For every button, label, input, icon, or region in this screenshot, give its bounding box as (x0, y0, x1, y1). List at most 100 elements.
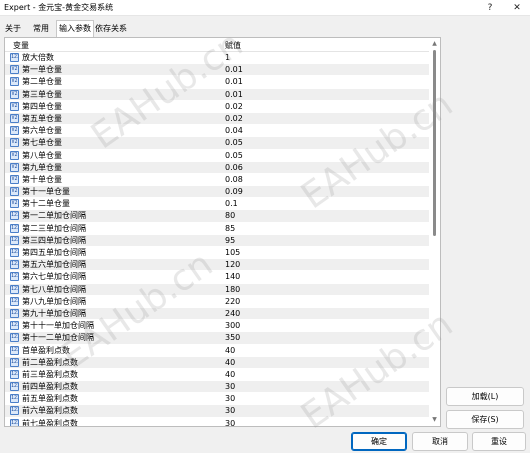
column-header-variable[interactable]: 变量 (13, 41, 29, 51)
parameter-name: 第十一二单加仓间隔 (22, 333, 94, 343)
parameter-value[interactable]: 350 (225, 333, 240, 343)
help-icon[interactable]: ? (483, 1, 497, 15)
table-row[interactable]: 123第二三单加仓间隔 85 (5, 223, 430, 235)
parameter-value[interactable]: 0.02 (225, 102, 243, 112)
table-row[interactable]: V2 第一单仓量 0.01 (5, 64, 430, 77)
integer-type-icon: 123 (10, 248, 19, 257)
table-row[interactable]: V2 第三单仓量 0.01 (5, 88, 430, 101)
parameter-value[interactable]: 180 (225, 285, 240, 295)
parameter-value[interactable]: 0.01 (225, 90, 243, 100)
tab-bar: 关于 常用 输入参数 依存关系 (0, 19, 530, 37)
table-row[interactable]: 123第九十单加仓间隔 240 (5, 307, 430, 321)
parameter-value[interactable]: 105 (225, 248, 240, 258)
double-type-icon: V2 (10, 113, 19, 123)
parameter-value[interactable]: 240 (225, 309, 240, 319)
double-type-icon: V2 (10, 138, 19, 148)
table-header: 变量 赋值 (5, 38, 430, 52)
parameter-name: 第六七单加仓间隔 (22, 272, 86, 282)
parameter-value[interactable]: 0.01 (225, 65, 243, 75)
table-row[interactable]: V2 第十一单仓量 0.09 (5, 186, 430, 199)
parameter-name: 前六单盈利点数 (22, 406, 78, 416)
table-row[interactable]: 123放大倍数 1 (5, 52, 430, 65)
vertical-scrollbar[interactable]: ▲ ▼ (429, 38, 440, 426)
scroll-down-arrow-icon[interactable]: ▼ (431, 416, 438, 424)
load-button[interactable]: 加载(L) (446, 387, 524, 406)
table-row[interactable]: V2 第八单仓量 0.05 (5, 150, 430, 162)
table-row[interactable]: 123第一二单加仓间隔 80 (5, 210, 430, 223)
integer-type-icon: 123 (10, 211, 19, 221)
table-row[interactable]: V2 第六单仓量 0.04 (5, 125, 430, 138)
parameter-value[interactable]: 40 (225, 346, 235, 356)
double-type-icon: V2 (10, 101, 19, 111)
table-row[interactable]: 123第八九单加仓间隔 220 (5, 296, 430, 308)
parameter-value[interactable]: 30 (225, 382, 235, 392)
parameter-value[interactable]: 0.02 (225, 114, 243, 124)
parameter-value[interactable]: 0.04 (225, 126, 243, 136)
integer-type-icon: 123 (10, 333, 19, 343)
parameter-value[interactable]: 1 (225, 53, 230, 63)
parameter-value[interactable]: 95 (225, 236, 235, 246)
parameter-value[interactable]: 120 (225, 260, 240, 270)
parameter-value[interactable]: 0.05 (225, 138, 243, 148)
parameter-value[interactable]: 0.01 (225, 77, 243, 87)
table-row[interactable]: 123前五单盈利点数 30 (5, 393, 430, 406)
parameter-value[interactable]: 300 (225, 321, 240, 331)
save-button[interactable]: 保存(S) (446, 410, 524, 429)
table-row[interactable]: 123首单盈利点数 40 (5, 345, 430, 357)
parameter-value[interactable]: 220 (225, 297, 240, 307)
reset-button[interactable]: 重设 (472, 432, 526, 451)
parameter-value[interactable]: 0.05 (225, 151, 243, 161)
parameter-value[interactable]: 0.08 (225, 175, 243, 185)
table-row[interactable]: 123前六单盈利点数 30 (5, 405, 430, 418)
parameter-name: 第八单仓量 (22, 150, 62, 160)
parameter-value[interactable]: 40 (225, 370, 235, 380)
table-row[interactable]: 123前三单盈利点数 40 (5, 369, 430, 382)
double-type-icon: V2 (10, 150, 19, 160)
scroll-thumb[interactable] (433, 50, 436, 236)
parameter-value[interactable]: 80 (225, 211, 235, 221)
tab-dependencies[interactable]: 依存关系 (94, 22, 128, 36)
table-row[interactable]: 123前四单盈利点数 30 (5, 381, 430, 394)
parameter-value[interactable]: 30 (225, 394, 235, 404)
table-row[interactable]: V2 第四单仓量 0.02 (5, 101, 430, 113)
table-row[interactable]: 123第七八单加仓间隔 180 (5, 283, 430, 296)
close-icon[interactable]: ✕ (510, 1, 524, 15)
double-type-icon: V2 (10, 65, 19, 75)
column-header-value[interactable]: 赋值 (225, 41, 241, 51)
ok-button[interactable]: 确定 (351, 432, 407, 451)
parameter-value[interactable]: 140 (225, 272, 240, 282)
parameter-value[interactable]: 30 (225, 406, 235, 416)
parameter-value[interactable]: 30 (225, 419, 235, 426)
table-row[interactable]: V2 第九单仓量 0.06 (5, 161, 430, 174)
table-row[interactable]: 123第五六单加仓间隔 120 (5, 259, 430, 272)
cancel-button[interactable]: 取消 (412, 432, 468, 451)
table-row[interactable]: V2 第七单仓量 0.05 (5, 137, 430, 150)
parameter-name: 第二三单加仓间隔 (22, 223, 86, 233)
tab-common[interactable]: 常用 (32, 22, 50, 36)
table-row[interactable]: 123前七单盈利点数 30 (5, 418, 430, 427)
parameter-value[interactable]: 0.1 (225, 199, 238, 209)
tab-inputs[interactable]: 输入参数 (56, 20, 94, 37)
table-row[interactable]: 123第四五单加仓间隔 105 (5, 247, 430, 260)
table-row[interactable]: 123前二单盈利点数 40 (5, 356, 430, 369)
table-row[interactable]: V2 第十单仓量 0.08 (5, 174, 430, 187)
scroll-up-arrow-icon[interactable]: ▲ (431, 40, 438, 48)
table-row[interactable]: V2 第十二单仓量 0.1 (5, 198, 430, 211)
table-row[interactable]: 123第三四单加仓间隔 95 (5, 234, 430, 247)
table-row[interactable]: 123第十一二单加仓间隔 350 (5, 332, 430, 345)
tab-about[interactable]: 关于 (4, 22, 22, 36)
parameter-name: 第十单仓量 (22, 174, 62, 184)
table-row[interactable]: 123第十十一单加仓间隔 300 (5, 320, 430, 333)
parameter-name: 前七单盈利点数 (22, 418, 78, 427)
table-row[interactable]: V2 第二单仓量 0.01 (5, 76, 430, 89)
parameter-name: 前四单盈利点数 (22, 382, 78, 392)
parameter-value[interactable]: 85 (225, 224, 235, 234)
table-row[interactable]: V2 第五单仓量 0.02 (5, 112, 430, 126)
parameter-value[interactable]: 0.06 (225, 163, 243, 173)
table-row[interactable]: 123第六七单加仓间隔 140 (5, 271, 430, 284)
integer-type-icon: 123 (10, 321, 19, 331)
integer-type-icon: 123 (10, 418, 19, 426)
parameter-name: 第十十一单加仓间隔 (22, 321, 94, 331)
parameter-value[interactable]: 40 (225, 358, 235, 368)
parameter-value[interactable]: 0.09 (225, 187, 243, 197)
